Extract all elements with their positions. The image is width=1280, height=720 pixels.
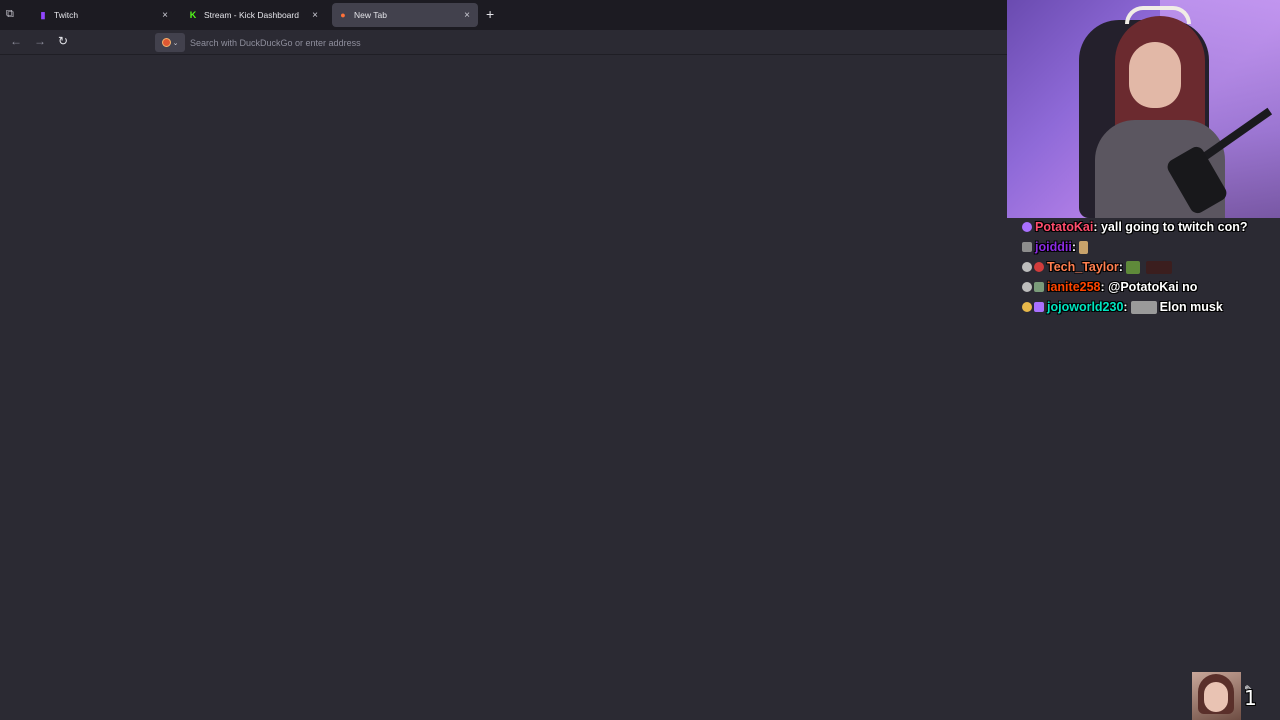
badge-icon <box>1034 282 1044 292</box>
kick-icon: K <box>189 10 197 20</box>
tab-bar: ⧉ ▮ Twitch × K Stream - Kick Dashboard ×… <box>0 0 1007 30</box>
tab-kick-dashboard[interactable]: K Stream - Kick Dashboard × <box>182 3 326 27</box>
tab-new-tab[interactable]: ● New Tab × <box>332 3 478 27</box>
chevron-down-icon: ⌄ <box>172 39 179 47</box>
chat-text: yall going to twitch con? <box>1100 220 1248 234</box>
chat-message: Tech_Taylor: <box>1022 257 1280 277</box>
browser-window: ⧉ ▮ Twitch × K Stream - Kick Dashboard ×… <box>0 0 1007 720</box>
emote-icon <box>1125 260 1140 274</box>
webcam-overlay <box>1007 0 1280 218</box>
badge-icon <box>1022 282 1032 292</box>
back-icon[interactable]: ← <box>10 34 22 48</box>
emote-icon <box>1130 300 1157 314</box>
emote-icon <box>1078 240 1088 254</box>
badge-icon <box>1034 262 1044 272</box>
tab-label: Stream - Kick Dashboard <box>204 10 299 20</box>
chat-username: jojoworld230 <box>1047 300 1124 314</box>
firefox-icon: ● <box>340 10 346 20</box>
badge-icon <box>1022 302 1032 312</box>
close-icon[interactable]: × <box>464 10 470 21</box>
close-icon[interactable]: × <box>162 10 168 21</box>
navigation-toolbar: ← → ↻ ⌄ <box>0 30 1007 55</box>
new-tab-button[interactable]: + <box>486 6 494 22</box>
badge-icon <box>1022 222 1032 232</box>
twitch-icon: ▮ <box>40 9 46 20</box>
duckduckgo-icon <box>161 38 171 47</box>
tab-twitch[interactable]: ▮ Twitch × <box>32 3 176 27</box>
chat-username: ianite258 <box>1047 280 1101 294</box>
chat-username: Tech_Taylor <box>1047 260 1119 274</box>
chat-message: ianite258: @PotatoKai no <box>1022 277 1280 297</box>
badge-icon <box>1034 302 1044 312</box>
viewer-count: 1 <box>1244 686 1257 710</box>
chat-username: PotatoKai <box>1035 220 1094 234</box>
close-icon[interactable]: × <box>312 10 318 21</box>
address-bar[interactable]: ⌄ <box>155 33 1005 52</box>
tabs-list-icon[interactable]: ⧉ <box>6 8 20 22</box>
reload-icon[interactable]: ↻ <box>58 34 68 48</box>
chat-username: joiddii <box>1035 240 1072 254</box>
search-engine-button[interactable]: ⌄ <box>155 33 185 52</box>
tab-label: New Tab <box>354 10 387 20</box>
chat-message: joiddii: <box>1022 237 1280 257</box>
tab-label: Twitch <box>54 10 79 20</box>
chat-text: @PotatoKai no <box>1108 280 1198 294</box>
badge-icon <box>1022 242 1032 252</box>
viewer-avatar <box>1192 672 1241 720</box>
chat-message: PotatoKai: yall going to twitch con? <box>1022 217 1280 237</box>
chat-overlay: PotatoKai: yall going to twitch con? joi… <box>1022 217 1280 317</box>
forward-icon[interactable]: → <box>34 34 46 48</box>
chat-message: jojoworld230: Elon musk <box>1022 297 1280 317</box>
emote-icon <box>1145 260 1172 274</box>
chat-text: Elon musk <box>1159 300 1223 314</box>
search-input[interactable] <box>190 37 990 48</box>
badge-icon <box>1022 262 1032 272</box>
